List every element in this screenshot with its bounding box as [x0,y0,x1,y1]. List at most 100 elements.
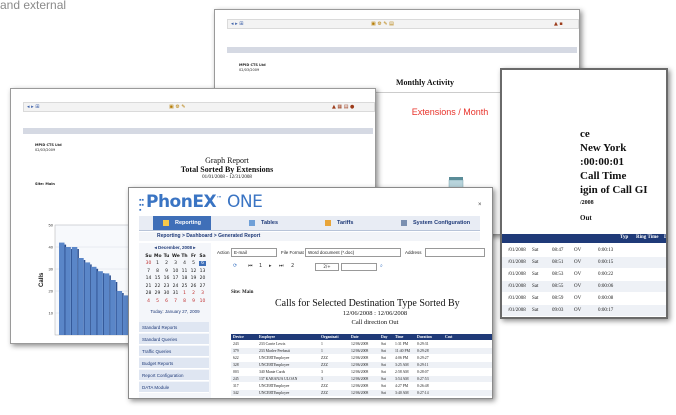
calendar-day[interactable]: 8 [154,269,161,274]
calendar-day[interactable]: 27 [199,284,206,289]
sidebar-item[interactable]: Budget Reports [139,358,209,369]
table-row: 243 233 Carrie Lewis 1 12/06/2008 Sat 1:31 PM… [231,341,492,347]
export-icons[interactable]: ▲ ▦ ▤ ● [332,104,354,110]
calendar-day[interactable]: 21 [145,284,152,289]
calendar-day[interactable]: 5 [190,261,197,266]
first-page-icon[interactable]: ⏮ [248,263,253,269]
calendar-day[interactable]: 28 [145,291,152,296]
calls-table: Device Employee Organizati Date Day Time Durat… [231,334,492,398]
calendar-day[interactable]: 3 [199,291,206,296]
calendar-day[interactable]: 5 [154,299,161,304]
calendar-day[interactable]: 9 [163,269,170,274]
tab-tables[interactable]: Tables [249,216,278,230]
calendar-day[interactable]: 10 [199,299,206,304]
calendar-day[interactable]: 24 [172,284,179,289]
report-heading-line: Out [580,214,592,222]
prev-month-icon[interactable]: ◂ [154,245,156,250]
calendar-day[interactable]: 25 [181,284,188,289]
calendar-day[interactable]: 23 [163,284,170,289]
calendar-day[interactable]: 17 [172,276,179,281]
calendar-day[interactable]: 6 [199,261,206,266]
bar [59,242,65,335]
breadcrumb-text[interactable]: Reporting > Dashboard > Generated Report [157,233,260,239]
calendar-day[interactable]: 12 [190,269,197,274]
sidebar: ◂ December, 2008 ▸ Su Mo Tu We Th Fr Sa 30 1 2 3 4 5… [139,243,211,398]
tab-tariffs[interactable]: Tariffs [325,216,353,230]
calendar-day[interactable]: 1 [181,291,188,296]
calendar-day[interactable]: 4 [181,261,188,266]
tab-system-configuration[interactable]: System Configuration [401,216,470,230]
table-cell: 3:40 AM [395,391,409,395]
table-cell: Sat [532,284,539,289]
toolbar-icons[interactable]: ▣ ⚙ ✎ ▤ [371,21,394,27]
toolbar-icons[interactable]: ▣ ⚙ ✎ [169,104,186,110]
table-cell: Sat [381,349,386,353]
calendar-day[interactable]: 15 [154,276,161,281]
calendar-day[interactable]: 7 [145,269,152,274]
calendar: ◂ December, 2008 ▸ Su Mo Tu We Th Fr Sa 30 1 2 3 4 5… [139,243,211,323]
sidebar-item[interactable]: DATA Module [139,382,209,393]
search-icon[interactable]: ⌕ [380,263,383,269]
next-page-icon[interactable]: ▸ [269,263,272,269]
calendar-day[interactable]: 13 [199,269,206,274]
sidebar-item[interactable]: Traffic Queries [139,346,209,357]
calendar-day[interactable]: 20 [199,276,206,281]
table-cell: 08:59 [552,296,564,301]
sidebar-item[interactable]: Standard Reports [139,322,209,333]
table-cell: OV [574,284,582,289]
refresh-icon[interactable]: ⟳ [233,263,237,269]
table-cell: 2:58 AM [395,370,409,374]
calendar-day[interactable]: 18 [181,276,188,281]
table-cell: 4:27 PM [395,384,409,388]
nav-arrows-icon[interactable]: ◂ ▸ ⊞ [231,21,243,27]
report-heading-line: Call Time [580,170,627,182]
calendar-day[interactable]: 9 [190,299,197,304]
table-row: /01/2008 Sat 08:51 OV 0:00:15 [502,257,666,268]
table-cell: Sat [532,248,539,253]
zoom-select[interactable]: 2/+ [315,263,339,271]
calendar-day[interactable]: 8 [181,299,188,304]
calendar-day[interactable]: 22 [154,284,161,289]
column-header: Duration [417,335,432,339]
table-cell: 379 [233,349,239,353]
export-icon[interactable]: ▲ ▪ [554,21,563,27]
calendar-day[interactable]: 29 [154,291,161,296]
calendar-day[interactable]: 31 [172,291,179,296]
sidebar-item[interactable]: Report Configuration [139,370,209,381]
calendar-day[interactable]: 3 [172,261,179,266]
tab-reporting[interactable]: Reporting [153,216,211,230]
table-cell: Sat [381,363,386,367]
calendar-day[interactable]: 26 [190,284,197,289]
last-page-icon[interactable]: ⏭ [279,263,284,269]
action-value: E-mail [234,250,247,255]
table-cell: OV [574,260,582,265]
calendar-day[interactable]: 16 [163,276,170,281]
today-label[interactable]: Today: January 27, 2009 [139,309,211,314]
address-input[interactable] [425,248,485,257]
action-select[interactable]: E-mail [231,248,277,257]
search-input[interactable] [341,263,377,271]
table-cell: 0:00:13 [598,248,614,253]
report-heading-line: /2008 [580,200,594,206]
calendar-day[interactable]: 30 [145,261,152,266]
calendar-day[interactable]: 6 [163,299,170,304]
calendar-day[interactable]: 14 [145,276,152,281]
calendar-day[interactable]: 2 [163,261,170,266]
nav-arrows-icon[interactable]: ◂ ▸ ⊞ [27,104,39,110]
calendar-day[interactable]: 7 [172,299,179,304]
calendar-day[interactable]: 30 [163,291,170,296]
column-header: Day [381,335,388,339]
calendar-weekday: Tu [163,254,170,259]
sidebar-item[interactable]: Standard Queries [139,334,209,345]
calendar-day[interactable]: 10 [172,269,179,274]
report-title: Monthly Activity [396,78,454,87]
y-tick-label: 40 [49,245,54,250]
window-close-icon[interactable]: × [478,202,482,208]
calendar-day[interactable]: 2 [190,291,197,296]
file-format-select[interactable]: Word document (*.doc) [305,248,401,257]
calendar-day[interactable]: 19 [190,276,197,281]
calendar-day[interactable]: 1 [154,261,161,266]
calendar-day[interactable]: 11 [181,269,188,274]
next-month-icon[interactable]: ▸ [193,245,195,250]
calendar-day[interactable]: 4 [145,299,152,304]
